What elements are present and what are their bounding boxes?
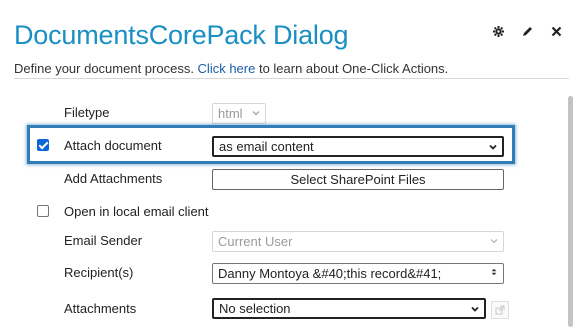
filetype-label: Filetype (64, 105, 110, 120)
header-divider (14, 78, 569, 79)
chevron-down-icon (252, 111, 260, 116)
filetype-select[interactable]: html (212, 103, 266, 124)
attachments-select[interactable]: No selection (212, 298, 486, 319)
learn-more-link[interactable]: Click here (198, 61, 256, 76)
window-controls (492, 25, 563, 38)
chevron-down-icon (490, 239, 498, 244)
email-sender-label: Email Sender (64, 233, 143, 248)
gear-icon[interactable] (492, 25, 505, 38)
updown-icon (491, 268, 497, 276)
dialog-title: DocumentsCorePack Dialog (14, 20, 349, 50)
subtitle-text: Define your document process. (14, 61, 198, 76)
open-local-client-checkbox[interactable] (37, 205, 49, 217)
recipients-label: Recipient(s) (64, 265, 134, 280)
add-attachments-label: Add Attachments (64, 171, 163, 186)
filetype-value: html (218, 106, 243, 121)
scrollbar-thumb[interactable] (568, 96, 573, 327)
attachments-label: Attachments (64, 301, 137, 316)
email-sender-select[interactable]: Current User (212, 231, 504, 252)
attach-document-checkbox[interactable] (37, 139, 49, 151)
external-link-icon[interactable] (491, 301, 509, 319)
attach-document-label: Attach document (64, 138, 162, 153)
edit-icon[interactable] (521, 25, 534, 38)
close-icon[interactable] (550, 25, 563, 38)
recipients-select[interactable]: Danny Montoya &#40;this record&#41; (212, 263, 504, 284)
attachments-value: No selection (219, 301, 291, 316)
open-local-client-label: Open in local email client (64, 204, 209, 219)
select-sharepoint-files-button[interactable]: Select SharePoint Files (212, 169, 504, 190)
chevron-down-icon (471, 306, 479, 312)
attach-document-value: as email content (219, 139, 314, 154)
dialog-subtitle: Define your document process. Click here… (14, 61, 448, 76)
email-sender-value: Current User (218, 234, 293, 249)
subtitle-text-end: to learn about One-Click Actions. (255, 61, 449, 76)
recipients-value: Danny Montoya &#40;this record&#41; (218, 266, 442, 281)
chevron-down-icon (489, 144, 497, 150)
attach-document-select[interactable]: as email content (212, 136, 504, 157)
